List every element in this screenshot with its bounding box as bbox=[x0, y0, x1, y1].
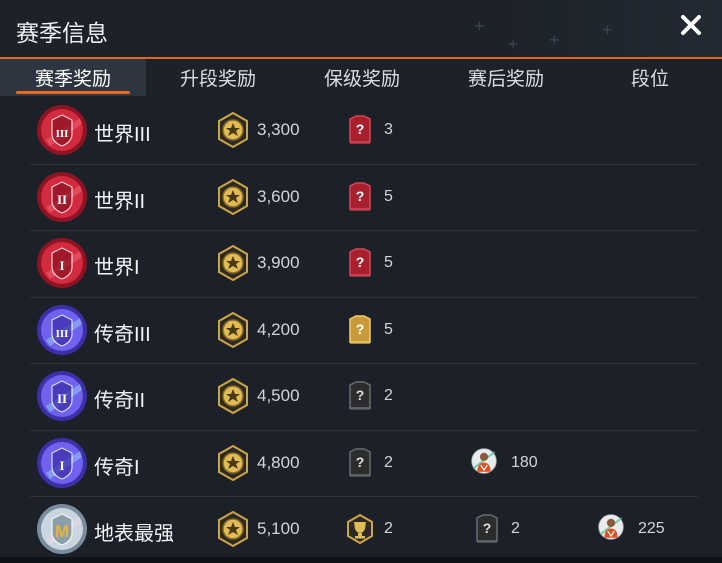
active-tab-indicator bbox=[16, 91, 130, 94]
coin-icon bbox=[216, 178, 250, 215]
player-pack-icon: ? bbox=[346, 380, 374, 412]
close-icon bbox=[681, 15, 701, 35]
tab-label: 段位 bbox=[630, 69, 669, 90]
rank-name: 世界II bbox=[94, 190, 146, 213]
player-pack-icon: ? bbox=[346, 247, 374, 279]
svg-text:I: I bbox=[59, 258, 64, 273]
tab-relegation-rewards[interactable]: 保级奖励 bbox=[290, 59, 434, 96]
svg-text:?: ? bbox=[483, 520, 492, 536]
player-count: 225 bbox=[638, 520, 665, 537]
svg-text:III: III bbox=[56, 328, 69, 340]
coin-icon bbox=[216, 377, 250, 415]
reward-row: III 传奇III 4,200 ? 5 bbox=[30, 298, 698, 364]
reward-row: III 世界III 3,300 ? 3 bbox=[30, 98, 698, 165]
decor-cross: + bbox=[549, 30, 560, 50]
player-pack-icon: ? bbox=[346, 447, 374, 479]
player-pack-icon: ? bbox=[346, 181, 374, 213]
rank-badge-icon: I bbox=[36, 437, 88, 489]
page-title: 赛季信息 bbox=[16, 20, 108, 46]
rank-name: 传奇III bbox=[94, 323, 151, 346]
tab-label: 保级奖励 bbox=[323, 69, 400, 90]
pack-count: 5 bbox=[384, 254, 393, 271]
rank-name: 世界I bbox=[94, 257, 140, 279]
decor-cross: + bbox=[508, 34, 519, 54]
coin-icon bbox=[216, 111, 250, 149]
coin-amount: 4,200 bbox=[257, 319, 300, 339]
rank-badge-icon: I bbox=[36, 237, 88, 289]
tab-postmatch-rewards[interactable]: 赛后奖励 bbox=[434, 59, 578, 96]
rank-badge-icon: II bbox=[36, 171, 88, 223]
reward-row: II 世界II 3,600 ? 5 bbox=[30, 165, 698, 231]
tab-label: 升段奖励 bbox=[179, 69, 256, 90]
tab-promotion-rewards[interactable]: 升段奖励 bbox=[146, 59, 290, 96]
decor-cross: + bbox=[602, 20, 613, 40]
coin-amount: 3,300 bbox=[257, 120, 300, 139]
trophy-count: 2 bbox=[384, 520, 393, 537]
tab-label: 赛后奖励 bbox=[467, 69, 544, 90]
panel-header: + + + + 赛季信息 bbox=[0, 0, 722, 58]
rank-name: 传奇II bbox=[94, 390, 146, 412]
reward-list: III 世界III 3,300 ? 3 II 世界II 3,600 ? 5 I … bbox=[30, 98, 698, 563]
svg-text:I: I bbox=[59, 458, 64, 473]
coin-icon bbox=[216, 311, 250, 348]
svg-text:M: M bbox=[55, 522, 69, 541]
player-pack-icon: ? bbox=[346, 114, 374, 146]
player-card-icon bbox=[470, 445, 504, 479]
pack-count: 2 bbox=[511, 520, 520, 537]
tab-bar: 赛季奖励 升段奖励 保级奖励 赛后奖励 段位 bbox=[0, 59, 722, 96]
tab-label: 赛季奖励 bbox=[34, 69, 111, 90]
coin-icon bbox=[216, 444, 250, 481]
coin-icon bbox=[216, 244, 250, 282]
player-pack-icon: ? bbox=[346, 314, 374, 346]
svg-text:?: ? bbox=[356, 387, 365, 403]
player-pack-icon: ? bbox=[473, 513, 501, 545]
rank-badge-icon: III bbox=[36, 304, 88, 356]
svg-text:?: ? bbox=[356, 321, 365, 337]
pack-count: 3 bbox=[384, 121, 393, 138]
rank-badge-icon: II bbox=[36, 370, 88, 422]
rank-badge-icon: III bbox=[36, 104, 88, 156]
rank-name: 地表最强 bbox=[94, 523, 174, 545]
tab-ranks[interactable]: 段位 bbox=[578, 59, 722, 96]
svg-text:?: ? bbox=[356, 454, 365, 470]
svg-text:II: II bbox=[57, 192, 67, 207]
coin-amount: 5,100 bbox=[257, 519, 300, 538]
season-info-panel: + + + + 赛季信息 赛季奖励 升段奖励 保级奖励 赛后奖励 段位 III … bbox=[0, 0, 722, 557]
coin-icon bbox=[216, 510, 250, 548]
trophy-icon bbox=[346, 513, 374, 545]
coin-amount: 4,500 bbox=[257, 386, 300, 405]
svg-text:?: ? bbox=[356, 188, 365, 204]
coin-amount: 3,900 bbox=[257, 253, 300, 272]
svg-text:III: III bbox=[56, 128, 69, 140]
pack-count: 2 bbox=[384, 387, 393, 404]
rank-name: 世界III bbox=[94, 124, 151, 146]
coin-amount: 4,800 bbox=[257, 452, 300, 472]
svg-text:?: ? bbox=[356, 254, 365, 270]
pack-count: 5 bbox=[384, 320, 393, 338]
rank-badge-icon: M bbox=[36, 503, 88, 555]
svg-text:?: ? bbox=[356, 121, 365, 137]
player-count: 180 bbox=[511, 453, 538, 471]
tab-season-rewards[interactable]: 赛季奖励 bbox=[0, 59, 146, 96]
pack-count: 5 bbox=[384, 187, 393, 205]
coin-amount: 3,600 bbox=[257, 186, 300, 206]
decor-cross: + bbox=[474, 16, 485, 36]
svg-text:II: II bbox=[57, 391, 67, 406]
reward-row: I 世界I 3,900 ? 5 bbox=[30, 231, 698, 298]
reward-row: M 地表最强 5,100 2 ? 2 225 bbox=[30, 497, 698, 563]
player-card-icon bbox=[597, 511, 631, 545]
rank-name: 传奇I bbox=[94, 456, 140, 479]
reward-row: II 传奇II 4,500 ? 2 bbox=[30, 364, 698, 431]
reward-row: I 传奇I 4,800 ? 2 180 bbox=[30, 431, 698, 497]
pack-count: 2 bbox=[384, 453, 393, 471]
close-button[interactable] bbox=[678, 12, 704, 38]
